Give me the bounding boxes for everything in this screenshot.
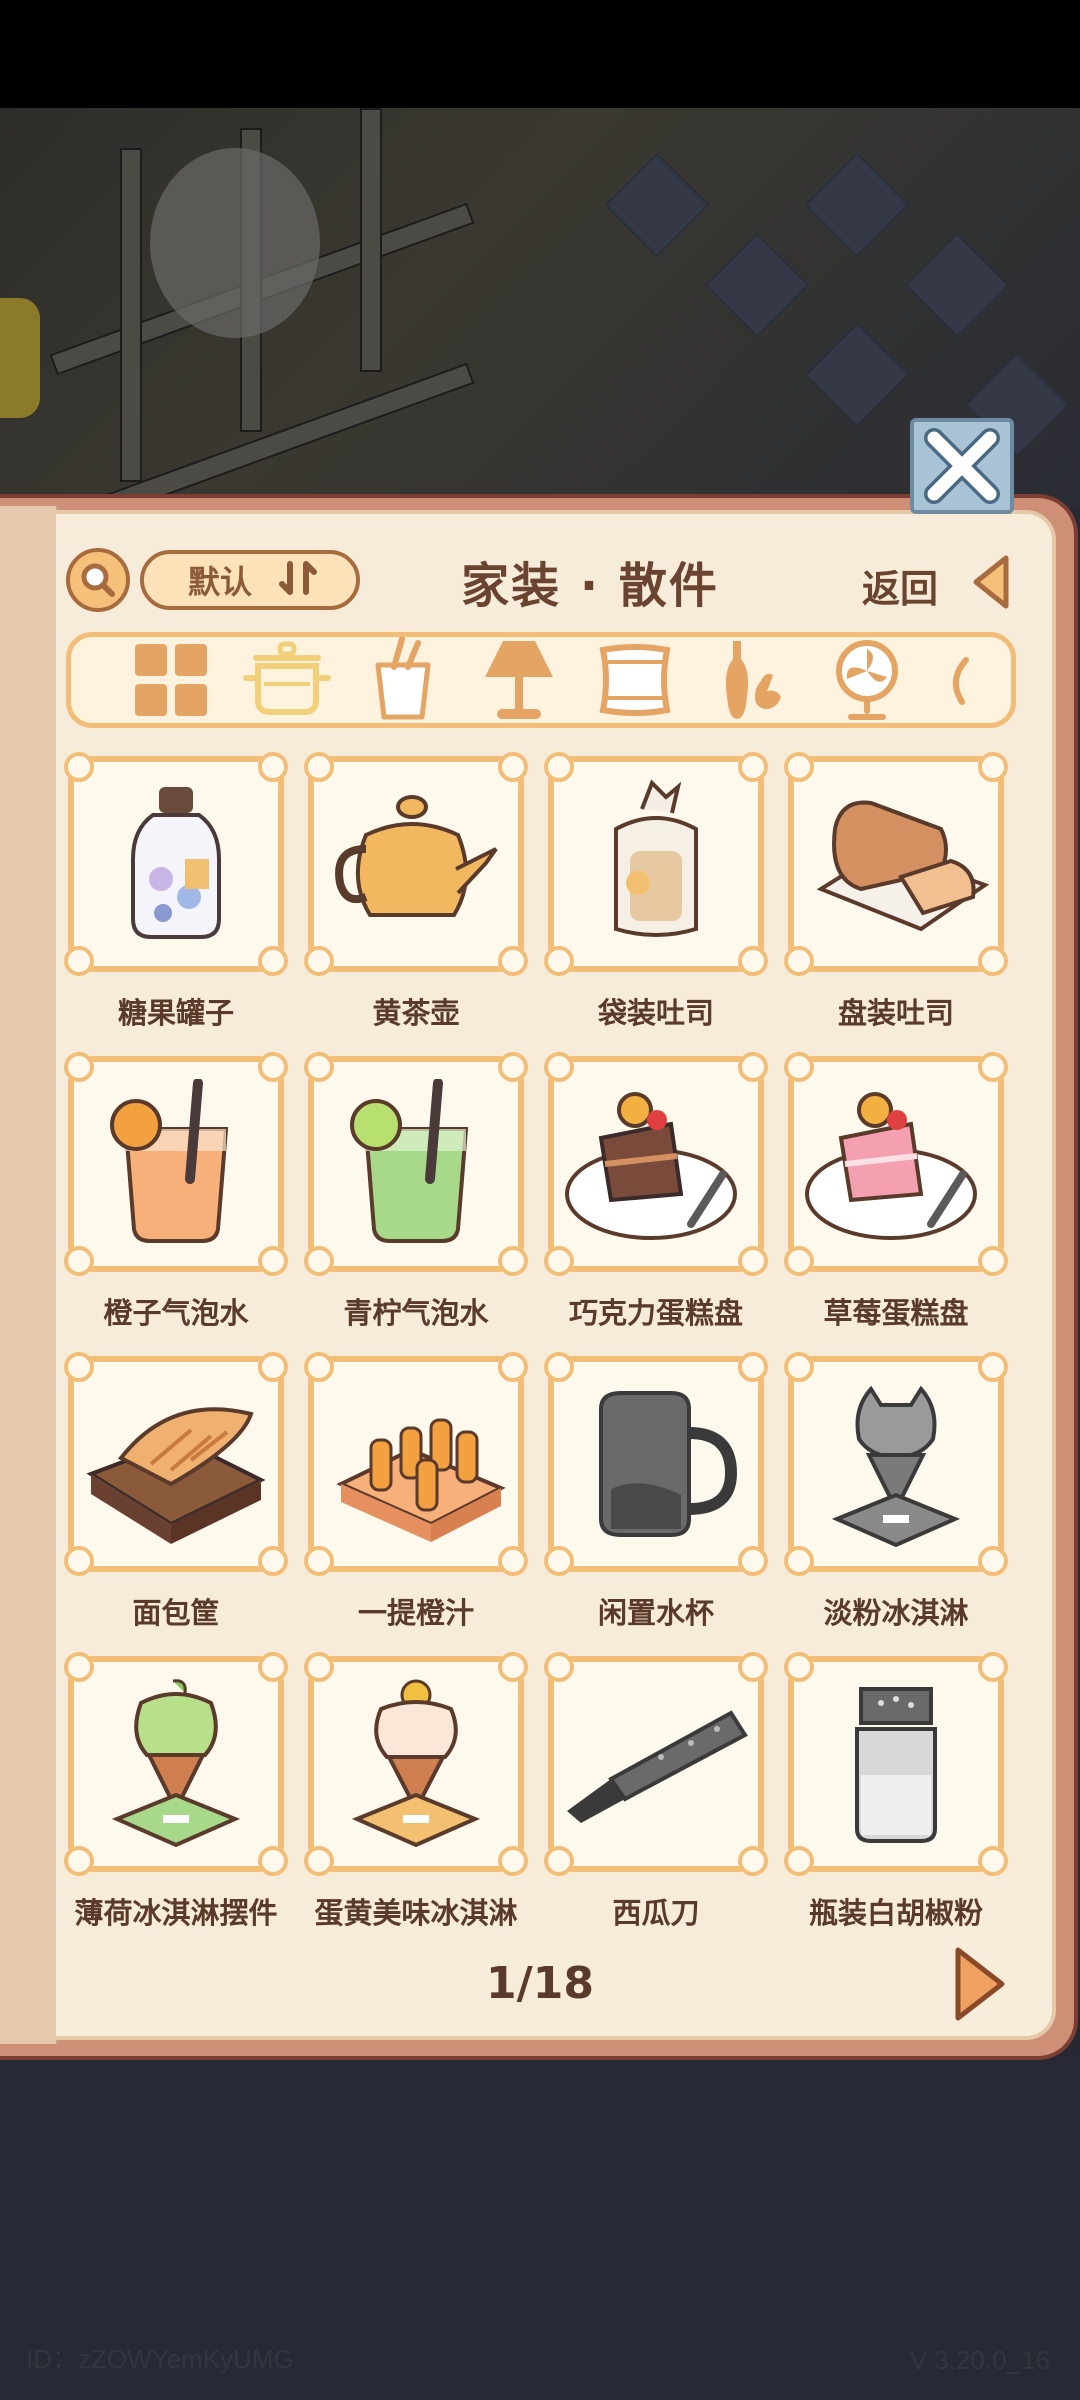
item-name: 袋装吐司 — [597, 996, 714, 1030]
tab-decor[interactable] — [695, 637, 807, 723]
search-icon — [81, 563, 115, 597]
tab-appliances[interactable] — [811, 637, 923, 723]
lime-soda-icon — [350, 1079, 469, 1243]
item-cell[interactable]: 黄茶壶 — [304, 752, 528, 1032]
page-title: 家装 · 散件 — [461, 558, 719, 614]
item-card[interactable] — [544, 1352, 768, 1576]
item-name: 黄茶壶 — [372, 996, 460, 1030]
orange-soda-icon — [110, 1079, 229, 1243]
bagged-toast-icon — [614, 779, 698, 937]
item-cell[interactable]: 闲置水杯 — [544, 1352, 768, 1632]
close-button[interactable] — [910, 418, 1014, 514]
tab-lamps[interactable] — [463, 637, 575, 723]
item-cell[interactable]: 草莓蛋糕盘 — [784, 1052, 1008, 1332]
item-cell[interactable]: 糖果罐子 — [64, 752, 288, 1032]
grid-icon — [135, 644, 207, 716]
item-name: 橙子气泡水 — [103, 1296, 249, 1330]
item-name: 青柠气泡水 — [343, 1296, 489, 1330]
item-cell[interactable]: 薄荷冰淇淋摆件 — [64, 1652, 288, 1932]
item-name: 薄荷冰淇淋摆件 — [74, 1896, 278, 1930]
back-label[interactable]: 返回 — [862, 558, 938, 613]
knife-icon — [567, 1710, 748, 1823]
bread-basket-icon — [86, 1407, 266, 1544]
item-card[interactable] — [304, 1652, 528, 1876]
pepper-shaker-icon — [855, 1687, 937, 1843]
item-cell[interactable]: 淡粉冰淇淋 — [784, 1352, 1008, 1632]
item-name: 蛋黄美味冰淇淋 — [314, 1896, 518, 1930]
mint-ice-cream-icon — [111, 1679, 241, 1848]
item-cell[interactable]: 一提橙汁 — [304, 1352, 528, 1632]
tab-kitchenware[interactable] — [231, 637, 343, 723]
item-name: 草莓蛋糕盘 — [823, 1296, 969, 1330]
search-button[interactable] — [66, 548, 130, 612]
item-name: 巧克力蛋糕盘 — [568, 1296, 743, 1330]
item-card[interactable] — [64, 1352, 288, 1576]
version-label: V 3.20.0_16 — [909, 2345, 1050, 2375]
sort-icon — [278, 558, 318, 602]
item-cell[interactable]: 西瓜刀 — [544, 1652, 768, 1932]
teapot-icon — [335, 795, 498, 917]
status-bar — [0, 0, 1080, 108]
fan-icon — [836, 640, 898, 720]
gray-ice-cream-icon — [831, 1385, 961, 1548]
item-name: 闲置水杯 — [597, 1596, 714, 1630]
sort-button[interactable]: 默认 — [140, 550, 360, 610]
back-arrow-icon — [973, 555, 1009, 609]
item-card[interactable] — [304, 1352, 528, 1576]
item-name: 西瓜刀 — [612, 1896, 700, 1930]
item-cell[interactable]: 瓶装白胡椒粉 — [784, 1652, 1008, 1932]
item-card[interactable] — [784, 1352, 1008, 1576]
item-card[interactable] — [64, 1652, 288, 1876]
panel-left-strip — [0, 506, 59, 2044]
vase-icon — [725, 641, 781, 719]
item-card[interactable] — [544, 1052, 768, 1276]
item-card[interactable] — [64, 1052, 288, 1276]
item-name: 面包筐 — [132, 1596, 220, 1630]
player-id: ID：zZOWYemKyUMG — [26, 2344, 294, 2374]
item-card[interactable] — [784, 1052, 1008, 1276]
mug-icon — [599, 1391, 738, 1537]
tab-cups[interactable] — [347, 637, 459, 723]
category-tab-bar — [66, 632, 1016, 728]
item-card[interactable] — [544, 1652, 768, 1876]
item-name: 盘装吐司 — [837, 996, 954, 1030]
item-cell[interactable]: 橙子气泡水 — [64, 1052, 288, 1332]
item-name: 瓶装白胡椒粉 — [808, 1896, 983, 1930]
item-cell[interactable]: 巧克力蛋糕盘 — [544, 1052, 768, 1332]
sort-label: 默认 — [188, 563, 253, 601]
item-cell[interactable]: 青柠气泡水 — [304, 1052, 528, 1332]
cup-icon — [375, 637, 431, 720]
item-name: 淡粉冰淇淋 — [823, 1596, 969, 1630]
tab-bedding[interactable] — [579, 637, 691, 723]
orange-juice-crate-icon — [336, 1418, 506, 1542]
yolk-ice-cream-icon — [351, 1679, 481, 1848]
item-name: 糖果罐子 — [117, 996, 234, 1030]
item-name: 一提橙汁 — [357, 1596, 474, 1630]
tab-all[interactable] — [115, 637, 227, 723]
more-icon — [953, 657, 969, 705]
item-card[interactable] — [544, 752, 768, 976]
back-arrow-button[interactable] — [968, 552, 1012, 616]
item-card[interactable] — [784, 1652, 1008, 1876]
item-cell[interactable]: 蛋黄美味冰淇淋 — [304, 1652, 528, 1932]
next-page-button[interactable] — [950, 1944, 1010, 2028]
item-card[interactable] — [304, 752, 528, 976]
pillow-icon — [599, 644, 671, 716]
item-cell[interactable]: 袋装吐司 — [544, 752, 768, 1032]
item-cell[interactable]: 盘装吐司 — [784, 752, 1008, 1032]
item-card[interactable] — [784, 752, 1008, 976]
lamp-icon — [485, 641, 553, 719]
strawberry-cake-icon — [805, 1092, 977, 1240]
plate-toast-icon — [816, 800, 990, 932]
tab-more[interactable] — [927, 637, 987, 723]
next-arrow-icon — [955, 1947, 1005, 2021]
close-icon — [924, 428, 1000, 504]
item-card[interactable] — [304, 1052, 528, 1276]
item-card[interactable] — [64, 752, 288, 976]
chocolate-cake-icon — [565, 1092, 737, 1240]
item-cell[interactable]: 面包筐 — [64, 1352, 288, 1632]
candy-jar-icon — [131, 787, 221, 939]
pot-icon — [243, 641, 331, 715]
page-indicator: 1/18 — [486, 1958, 594, 2009]
